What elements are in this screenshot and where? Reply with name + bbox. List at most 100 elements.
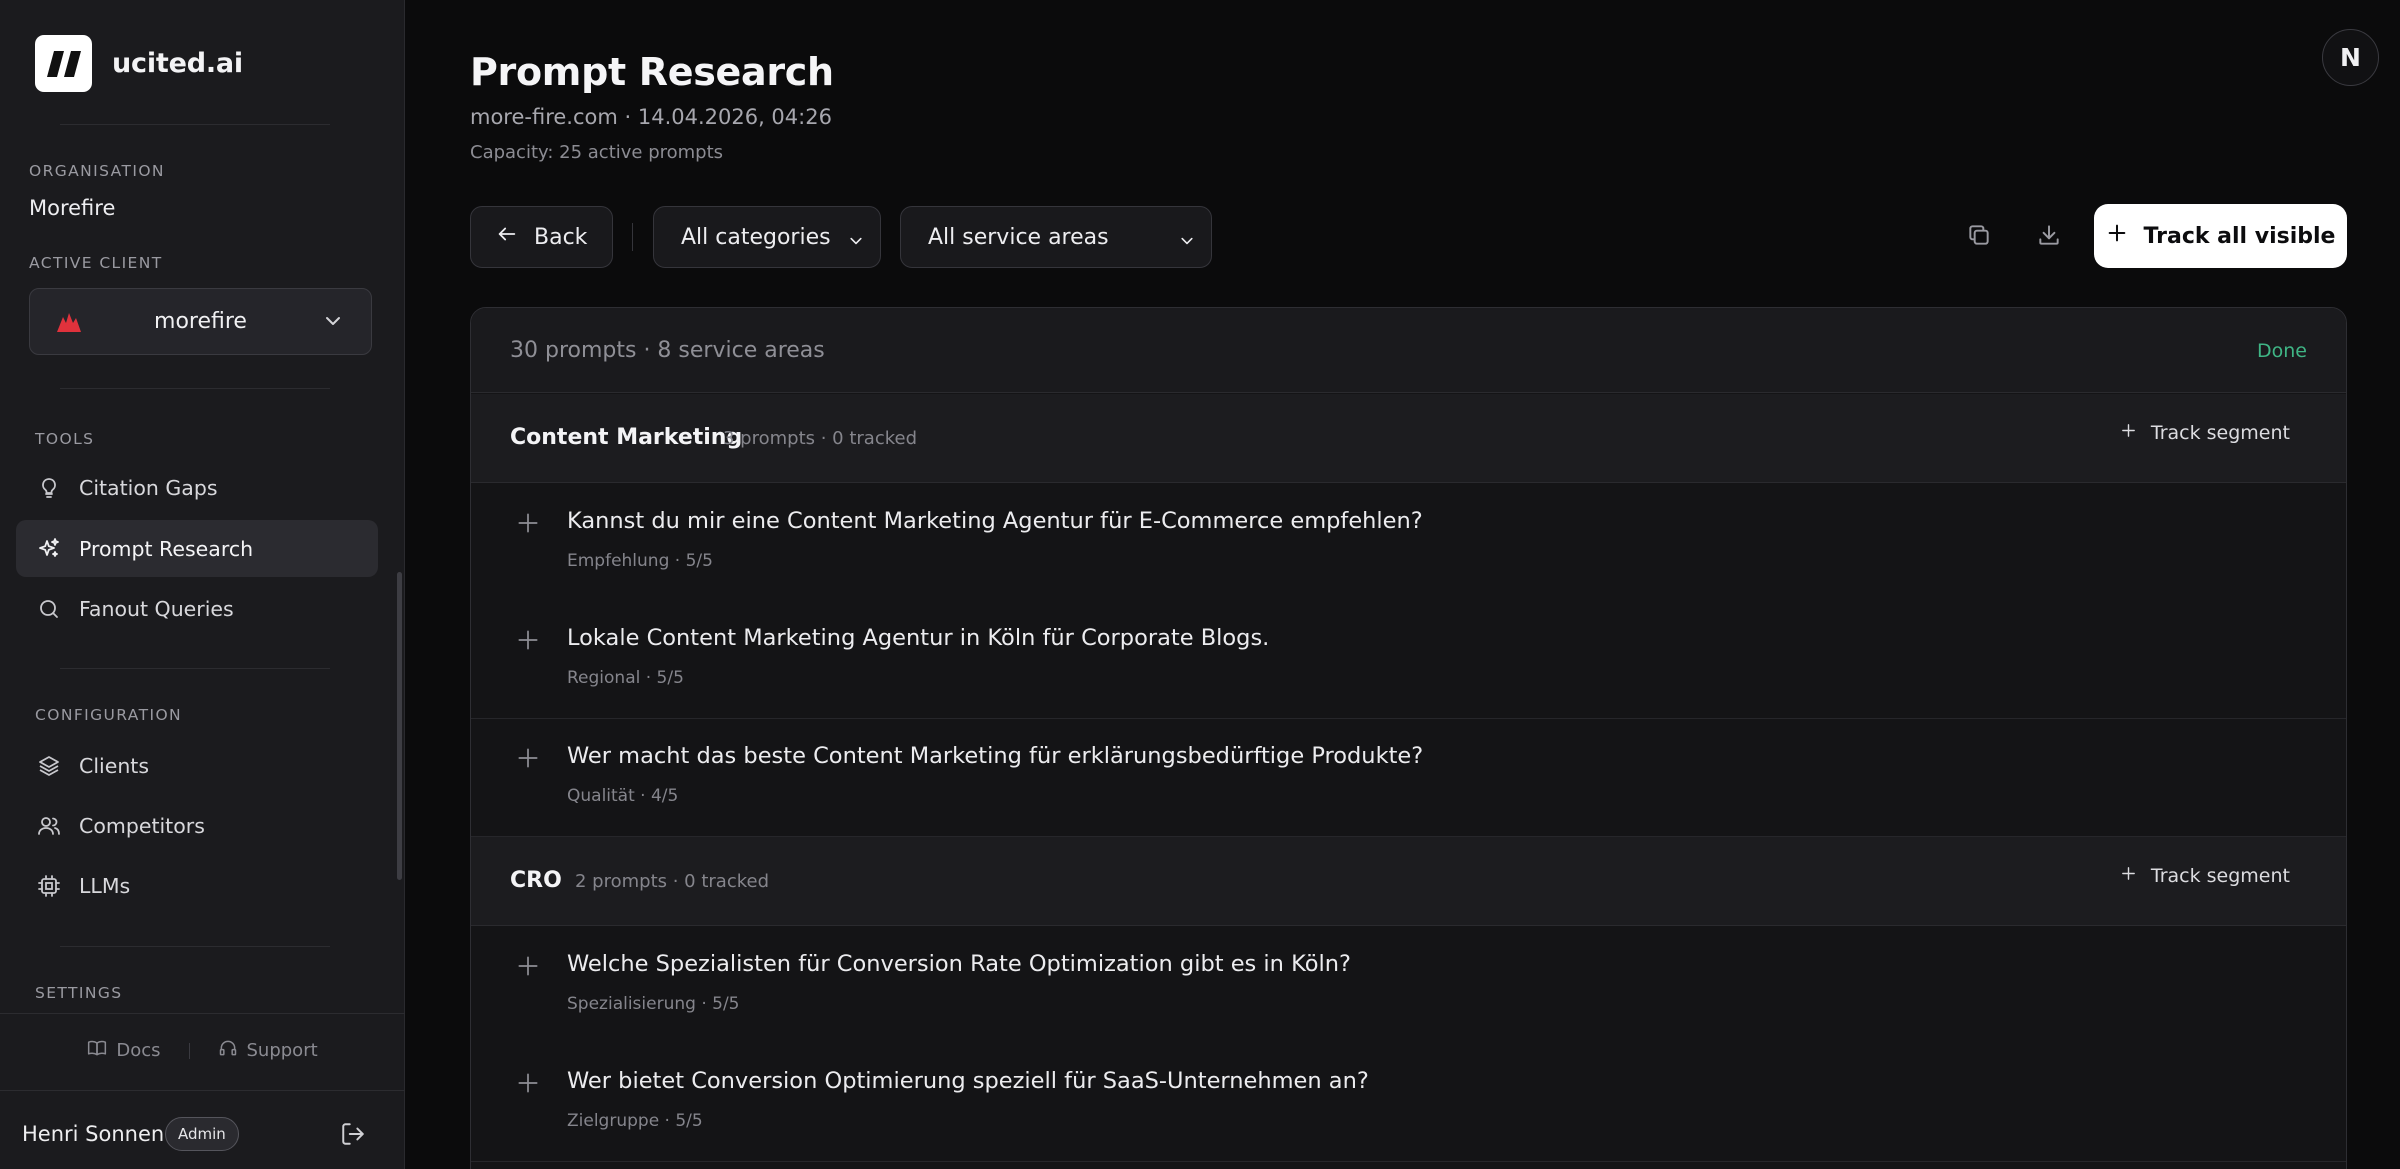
docs-label: Docs xyxy=(116,1040,161,1061)
segment-header: Content Marketing 3 prompts · 0 tracked … xyxy=(471,394,2346,483)
configuration-label: CONFIGURATION xyxy=(35,706,183,724)
divider xyxy=(60,388,330,389)
copy-button[interactable] xyxy=(1960,218,1998,256)
nav-label: Citation Gaps xyxy=(79,475,218,500)
chevron-down-icon xyxy=(1179,230,1195,255)
back-button[interactable]: Back xyxy=(470,206,613,268)
sidebar: ucited.ai ORGANISATION Morefire ACTIVE C… xyxy=(0,0,405,1169)
category-value: All categories xyxy=(681,224,831,250)
brand-name: ucited.ai xyxy=(112,48,243,79)
support-label: Support xyxy=(246,1040,318,1061)
segment-header: CRO 2 prompts · 0 tracked Track segment xyxy=(471,837,2346,926)
segment-info: 3 prompts · 0 tracked xyxy=(723,428,918,449)
role-badge: Admin xyxy=(165,1117,239,1151)
chevron-down-icon xyxy=(323,311,343,335)
capacity-text: Capacity: 25 active prompts xyxy=(470,142,724,163)
search-icon xyxy=(35,595,63,623)
divider xyxy=(60,668,330,669)
avatar[interactable]: N xyxy=(2322,29,2379,86)
add-prompt-icon[interactable] xyxy=(515,627,541,653)
download-button[interactable] xyxy=(2030,218,2068,256)
plus-icon xyxy=(2120,422,2137,444)
divider xyxy=(0,1013,405,1014)
prompt-text: Kannst du mir eine Content Marketing Age… xyxy=(567,508,1423,534)
prompt-text: Lokale Content Marketing Agentur in Köln… xyxy=(567,625,1270,651)
prompts-panel: 30 prompts · 8 service areas Done Conten… xyxy=(470,307,2347,1169)
active-client-label: ACTIVE CLIENT xyxy=(29,254,163,272)
sparkles-icon xyxy=(35,535,63,563)
nav-prompt-research[interactable]: Prompt Research xyxy=(16,520,378,577)
nav-clients[interactable]: Clients xyxy=(16,737,378,794)
service-area-value: All service areas xyxy=(928,224,1109,250)
prompt-row: Lokale Content Marketing Agentur in Köln… xyxy=(471,601,2346,719)
track-segment-label: Track segment xyxy=(2150,422,2290,444)
add-prompt-icon[interactable] xyxy=(515,745,541,771)
nav-llms[interactable]: LLMs xyxy=(16,857,378,914)
headset-icon xyxy=(218,1038,238,1063)
layers-icon xyxy=(35,752,63,780)
prompt-row: Wer macht das beste Content Marketing fü… xyxy=(471,719,2346,837)
track-segment-label: Track segment xyxy=(2150,865,2290,887)
settings-label: SETTINGS xyxy=(35,984,123,1002)
done-button[interactable]: Done xyxy=(2257,340,2307,362)
toolbar-divider xyxy=(632,223,633,251)
help-links: Docs Support xyxy=(0,1038,405,1063)
brand[interactable]: ucited.ai xyxy=(35,35,243,92)
copy-icon xyxy=(1966,222,1992,252)
nav-citation-gaps[interactable]: Citation Gaps xyxy=(16,459,378,516)
brand-logo xyxy=(35,35,92,92)
nav-label: LLMs xyxy=(79,873,131,898)
prompt-meta: Zielgruppe · 5/5 xyxy=(567,1111,703,1131)
users-icon xyxy=(35,812,63,840)
logout-icon[interactable] xyxy=(340,1121,366,1151)
support-link[interactable]: Support xyxy=(218,1038,318,1063)
active-client-select[interactable]: morefire xyxy=(29,288,372,355)
nav-label: Prompt Research xyxy=(79,536,254,561)
chevron-down-icon xyxy=(848,230,864,255)
add-prompt-icon[interactable] xyxy=(515,510,541,536)
prompt-meta: Qualität · 4/5 xyxy=(567,786,679,806)
prompt-row: Kannst du mir eine Content Marketing Age… xyxy=(471,484,2346,602)
prompt-row: Wer bietet Conversion Optimierung spezie… xyxy=(471,1044,2346,1162)
panel-summary: 30 prompts · 8 service areas xyxy=(510,338,825,363)
docs-link[interactable]: Docs xyxy=(87,1038,161,1063)
sidebar-scrollbar[interactable] xyxy=(397,572,402,880)
add-prompt-icon[interactable] xyxy=(515,953,541,979)
category-select[interactable]: All categories xyxy=(653,206,881,268)
add-prompt-icon[interactable] xyxy=(515,1070,541,1096)
prompt-meta: Spezialisierung · 5/5 xyxy=(567,994,740,1014)
nav-label: Competitors xyxy=(79,813,205,838)
panel-header: 30 prompts · 8 service areas Done xyxy=(471,308,2346,393)
segment-info: 2 prompts · 0 tracked xyxy=(575,871,770,892)
divider xyxy=(60,946,330,947)
nav-label: Fanout Queries xyxy=(79,596,234,621)
plus-icon xyxy=(2106,222,2128,250)
user-name: Henri Sonnen xyxy=(22,1122,165,1146)
back-label: Back xyxy=(534,224,588,250)
divider xyxy=(60,124,330,125)
active-client-name: morefire xyxy=(154,309,247,334)
download-icon xyxy=(2036,222,2062,252)
organisation-name: Morefire xyxy=(29,196,116,220)
book-icon xyxy=(87,1038,107,1063)
segment-name: CRO xyxy=(510,868,562,893)
segment-name: Content Marketing xyxy=(510,425,743,450)
nav-fanout-queries[interactable]: Fanout Queries xyxy=(16,580,378,637)
prompt-row: Welche Spezialisten für Conversion Rate … xyxy=(471,927,2346,1045)
tools-label: TOOLS xyxy=(35,430,95,448)
cpu-icon xyxy=(35,872,63,900)
page-title: Prompt Research xyxy=(470,50,834,94)
track-all-visible-button[interactable]: Track all visible xyxy=(2094,204,2347,268)
track-all-label: Track all visible xyxy=(2143,223,2336,249)
prompt-text: Wer macht das beste Content Marketing fü… xyxy=(567,743,1424,769)
prompt-meta: Regional · 5/5 xyxy=(567,668,684,688)
track-segment-button[interactable]: Track segment xyxy=(2120,422,2290,444)
nav-competitors[interactable]: Competitors xyxy=(16,797,378,854)
divider xyxy=(188,1042,190,1059)
service-area-select[interactable]: All service areas xyxy=(900,206,1212,268)
nav-label: Clients xyxy=(79,753,150,778)
plus-icon xyxy=(2120,865,2137,887)
page-meta: more-fire.com · 14.04.2026, 04:26 xyxy=(470,105,832,129)
user-row: Henri Sonnen Admin xyxy=(0,1090,405,1169)
track-segment-button[interactable]: Track segment xyxy=(2120,865,2290,887)
